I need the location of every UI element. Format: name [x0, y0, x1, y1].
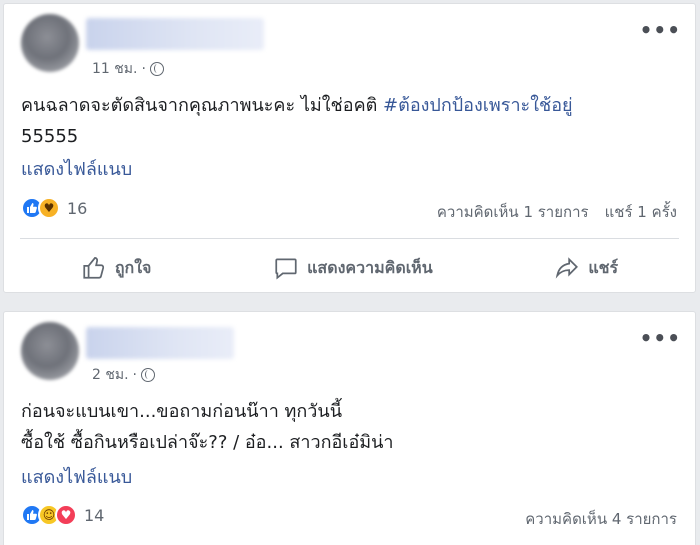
post-timestamp[interactable]: 2 ชม. — [92, 364, 129, 386]
reaction-summary[interactable]: ☺ ♥ 14 — [21, 504, 104, 526]
post-card: ••• 11 ชม. · คนฉลาดจะตัดสินจากคุณภาพนะคะ… — [3, 3, 696, 293]
author-name-redacted[interactable] — [86, 327, 234, 359]
comment-icon — [275, 258, 297, 280]
avatar[interactable] — [21, 322, 79, 380]
post-stats: ความคิดเห็น 4 รายการ — [525, 507, 677, 531]
post-actions: ถูกใจ แสดงความคิดเห็น แชร์ — [20, 248, 679, 288]
post-stats: ความคิดเห็น 1 รายการ แชร์ 1 ครั้ง — [437, 200, 677, 224]
share-button[interactable]: แชร์ — [554, 255, 618, 281]
meta-separator: · — [141, 61, 146, 77]
post-text: คนฉลาดจะตัดสินจากคุณภาพนะคะ ไม่ใช่อคติ #… — [21, 90, 573, 121]
globe-icon[interactable] — [141, 368, 155, 382]
share-count[interactable]: แชร์ 1 ครั้ง — [605, 200, 677, 224]
share-label: แชร์ — [588, 257, 619, 277]
comment-label: แสดงความคิดเห็น — [307, 257, 433, 277]
post-meta: 11 ชม. · — [92, 58, 164, 80]
more-options-icon[interactable]: ••• — [640, 18, 681, 42]
author-name-redacted[interactable] — [86, 18, 264, 50]
share-icon — [556, 257, 579, 279]
avatar[interactable] — [21, 14, 79, 72]
post-meta: 2 ชม. · — [92, 364, 155, 386]
like-label: ถูกใจ — [114, 257, 152, 277]
reaction-count[interactable]: 16 — [67, 199, 87, 218]
hashtag-link[interactable]: #ต้องปกป้องเพราะใช้อยู่ — [383, 95, 573, 116]
post-timestamp[interactable]: 11 ชม. — [92, 58, 137, 80]
post-text-line2: 55555 — [21, 126, 79, 147]
care-reaction-icon: ♥ — [38, 197, 60, 219]
comment-count[interactable]: ความคิดเห็น 1 รายการ — [437, 200, 589, 224]
more-options-icon[interactable]: ••• — [640, 326, 681, 350]
post-text-line1: ก่อนจะแบนเขา...ขอถามก่อนน๊าา ทุกวันนี้ — [21, 401, 343, 422]
see-attachment-link[interactable]: แสดงไฟล์แนบ — [21, 462, 132, 491]
like-button[interactable]: ถูกใจ — [81, 255, 152, 281]
meta-separator: · — [132, 367, 137, 383]
post-text-line2: ซื้อใช้ ซื้อกินหรือเปล่าจ๊ะ?? / อ๋อ... ส… — [21, 432, 394, 453]
love-reaction-icon: ♥ — [55, 504, 77, 526]
comment-count[interactable]: ความคิดเห็น 4 รายการ — [525, 507, 677, 531]
reaction-count[interactable]: 14 — [84, 506, 104, 525]
globe-icon[interactable] — [149, 62, 164, 76]
comment-button[interactable]: แสดงความคิดเห็น — [273, 255, 433, 281]
post-card: ••• 2 ชม. · ก่อนจะแบนเขา...ขอถามก่อนน๊าา… — [3, 311, 696, 545]
post-text-line1: คนฉลาดจะตัดสินจากคุณภาพนะคะ ไม่ใช่อคติ — [21, 95, 384, 116]
reaction-summary[interactable]: ♥ 16 — [21, 197, 87, 219]
see-attachment-link[interactable]: แสดงไฟล์แนบ — [21, 154, 132, 183]
divider — [20, 238, 679, 239]
thumbs-up-icon — [83, 257, 104, 279]
